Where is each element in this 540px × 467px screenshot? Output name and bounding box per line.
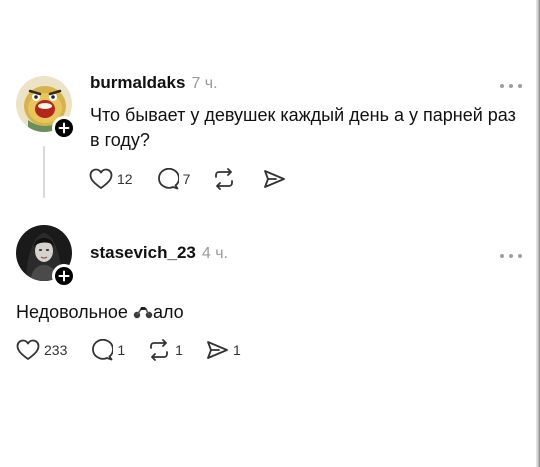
send-icon (264, 170, 286, 188)
post-actions-2: 233 1 1 1 (16, 339, 263, 361)
window-edge (536, 0, 540, 467)
timestamp: 7 ч. (191, 75, 218, 92)
share-button-1[interactable] (262, 168, 290, 190)
more-icon-dot (518, 254, 522, 258)
share-button-2[interactable]: 1 (205, 339, 241, 361)
username-link[interactable]: stasevich_23 (90, 243, 196, 263)
motorcycle-emoji-icon (133, 307, 153, 319)
more-icon-dot (500, 254, 504, 258)
post-text-2: Недовольное ало (16, 300, 496, 325)
like-button-2[interactable]: 233 (16, 339, 67, 361)
plus-icon (58, 270, 70, 282)
repost-button-1[interactable] (212, 168, 240, 190)
username-link[interactable]: burmaldaks (90, 73, 185, 93)
heart-icon (16, 339, 40, 360)
follow-button-1[interactable] (52, 116, 76, 140)
reply-count: 1 (117, 342, 126, 358)
like-count: 233 (44, 342, 68, 358)
reply-button-1[interactable]: 7 (155, 168, 191, 190)
like-button-1[interactable]: 12 (89, 168, 133, 190)
heart-icon (89, 168, 113, 189)
comment-icon (92, 339, 114, 361)
thread-line (43, 146, 45, 198)
reply-button-2[interactable]: 1 (89, 339, 125, 361)
post-header-1: burmaldaks 7 ч. (90, 73, 218, 93)
more-icon-dot (518, 84, 522, 88)
timestamp: 4 ч. (201, 245, 228, 262)
more-icon-dot (509, 254, 513, 258)
post-text-part: Недовольное (16, 302, 133, 322)
repost-button-2[interactable]: 1 (147, 339, 183, 361)
more-icon-dot (500, 84, 504, 88)
repost-icon (215, 168, 234, 190)
more-button-1[interactable] (500, 81, 522, 91)
share-count: 1 (232, 342, 241, 358)
plus-icon (58, 122, 70, 134)
post-actions-1: 12 7 (89, 168, 312, 190)
repost-icon (150, 339, 169, 361)
comment-icon (157, 168, 179, 190)
post-text-1: Что бывает у девушек каждый день а у пар… (90, 105, 516, 150)
more-button-2[interactable] (500, 251, 522, 261)
post-header-2: stasevich_23 4 ч. (90, 243, 228, 263)
repost-count: 1 (175, 342, 183, 358)
follow-button-2[interactable] (52, 264, 76, 288)
post-text-part: ало (152, 302, 184, 322)
reply-count: 7 (182, 171, 191, 187)
send-icon (207, 341, 228, 359)
more-icon-dot (509, 84, 513, 88)
like-count: 12 (117, 171, 133, 187)
